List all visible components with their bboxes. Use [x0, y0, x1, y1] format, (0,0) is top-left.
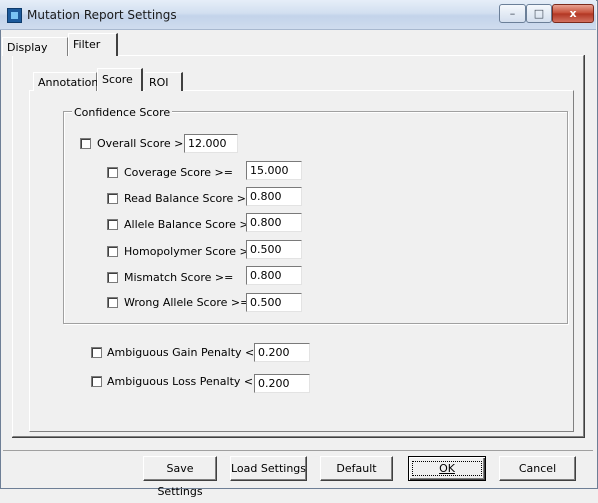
wrong-allele-score-input[interactable]: 0.500	[246, 293, 302, 312]
homopolymer-score-checkbox[interactable]	[107, 246, 118, 257]
read-balance-score-checkbox[interactable]	[107, 193, 118, 204]
read-balance-score-label: Read Balance Score >=	[124, 192, 256, 205]
tab-display[interactable]: Display	[2, 37, 68, 56]
coverage-score-input[interactable]: 15.000	[246, 161, 302, 180]
ambiguous-loss-penalty-label: Ambiguous Loss Penalty <=	[107, 375, 263, 388]
homopolymer-score-input[interactable]: 0.500	[246, 240, 302, 259]
coverage-score-checkbox[interactable]	[107, 167, 118, 178]
homopolymer-score-label: Homopolymer Score >=	[124, 245, 258, 258]
overall-score-checkbox[interactable]	[80, 138, 91, 149]
cancel-button[interactable]: Cancel	[499, 456, 576, 481]
tab-annotation[interactable]: Annotation	[33, 72, 98, 91]
ambiguous-loss-penalty-checkbox[interactable]	[91, 376, 102, 387]
default-button[interactable]: Default	[320, 456, 393, 481]
ambiguous-gain-penalty-label: Ambiguous Gain Penalty <=	[107, 346, 264, 359]
mismatch-score-label: Mismatch Score >=	[124, 271, 234, 284]
mismatch-score-input[interactable]: 0.800	[246, 266, 302, 285]
ambiguous-gain-penalty-input[interactable]: 0.200	[254, 343, 310, 362]
overall-score-input[interactable]: 12.000	[184, 134, 238, 153]
overall-score-label: Overall Score >=	[97, 137, 193, 150]
confidence-score-group-title: Confidence Score	[72, 106, 173, 119]
ambiguous-loss-penalty-input[interactable]: 0.200	[254, 374, 310, 393]
allele-balance-score-input[interactable]: 0.800	[246, 213, 302, 232]
app-icon	[7, 8, 22, 23]
maximize-button[interactable]: □	[526, 4, 552, 23]
tab-filter[interactable]: Filter	[68, 33, 118, 56]
cancel-button-label: Cancel	[518, 462, 557, 475]
wrong-allele-score-label: Wrong Allele Score >=	[124, 296, 250, 309]
window-title: Mutation Report Settings	[27, 8, 177, 22]
save-settings-button[interactable]: Save Settings	[143, 456, 217, 498]
allele-balance-score-checkbox[interactable]	[107, 219, 118, 230]
mismatch-score-checkbox[interactable]	[107, 272, 118, 283]
minimize-button[interactable]: –	[499, 4, 526, 23]
coverage-score-label: Coverage Score >=	[124, 166, 233, 179]
ambiguous-gain-penalty-checkbox[interactable]	[91, 347, 102, 358]
ok-focus-rect	[412, 461, 482, 476]
tab-score[interactable]: Score	[97, 68, 143, 91]
allele-balance-score-label: Allele Balance Score >=	[124, 218, 258, 231]
read-balance-score-input[interactable]: 0.800	[246, 187, 302, 206]
load-settings-button[interactable]: Load Settings	[230, 456, 307, 481]
tab-roi[interactable]: ROI	[145, 72, 183, 91]
close-button[interactable]: x	[552, 4, 594, 23]
wrong-allele-score-checkbox[interactable]	[107, 297, 118, 308]
